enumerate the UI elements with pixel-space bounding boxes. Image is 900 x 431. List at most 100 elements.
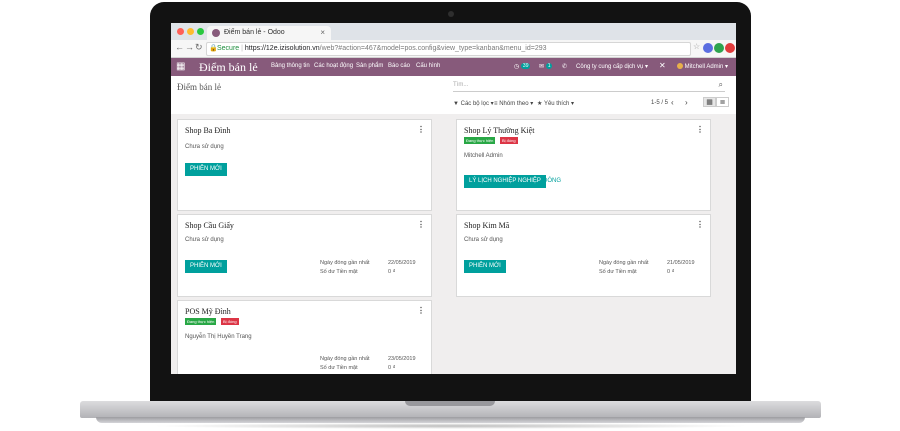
avatar: [677, 63, 683, 70]
extension-g-icon[interactable]: [714, 43, 724, 53]
search-icon[interactable]: ⌕: [719, 79, 723, 91]
search-input[interactable]: Tìm... ⌕: [453, 79, 725, 92]
last-closed-value: 23/05/2019: [388, 356, 416, 362]
odoo-favicon-icon: [212, 29, 220, 37]
pos-card-ba-dinh[interactable]: Shop Ba Đình ⋮ Chưa sử dụng PHIÊN MỚI: [177, 119, 432, 211]
camera-icon: [448, 11, 454, 17]
breadcrumb: Điểm bán lẻ: [177, 82, 221, 92]
close-session-link[interactable]: ĐÓNG: [543, 178, 561, 184]
kebab-menu-icon[interactable]: ⋮: [696, 220, 704, 229]
last-closed-label: Ngày đóng gần nhất: [320, 356, 370, 362]
pager-value[interactable]: 1-5 / 5: [651, 100, 668, 106]
card-title: POS Mỹ Đình: [185, 307, 231, 316]
clock-icon: ◷: [514, 64, 520, 70]
apps-grid-icon[interactable]: ▦: [176, 62, 185, 72]
cash-balance-label: Số dư Tiền mặt: [599, 269, 637, 275]
new-session-button[interactable]: PHIÊN MỚI: [185, 163, 227, 176]
star-icon: ★: [537, 101, 543, 107]
card-title: Shop Kim Mã: [464, 221, 510, 230]
menu-configuration[interactable]: Cấu hình: [416, 63, 440, 69]
laptop-shadow: [150, 423, 750, 429]
reload-icon[interactable]: ↻: [195, 42, 203, 53]
list-view-icon[interactable]: ≣: [716, 97, 729, 107]
kanban-view-icon[interactable]: ▦: [703, 97, 716, 107]
session-history-button[interactable]: LÝ LỊCH NGHIỆP NGHIỆP: [464, 175, 546, 188]
kebab-menu-icon[interactable]: ⋮: [417, 125, 425, 134]
menu-reports[interactable]: Báo cáo: [388, 63, 410, 69]
browser-tab-bar: Điểm bán lẻ - Odoo ×: [171, 23, 736, 40]
card-status: Chưa sử dụng: [185, 144, 224, 150]
cash-balance-value: 0 ₫: [667, 269, 675, 275]
favorites-label: Yêu thích: [543, 101, 570, 107]
forward-icon[interactable]: →: [185, 42, 194, 52]
new-session-button[interactable]: PHIÊN MỚI: [185, 260, 227, 273]
menu-dashboard[interactable]: Bảng thông tin: [271, 63, 310, 69]
secure-label: Secure: [217, 45, 240, 52]
cash-balance-label: Số dư Tiền mặt: [320, 365, 358, 371]
last-closed-value: 21/05/2019: [667, 260, 695, 266]
company-switcher[interactable]: Công ty cung cấp dịch vụ ▾: [576, 63, 648, 70]
new-session-button[interactable]: PHIÊN MỚI: [464, 260, 506, 273]
card-user: Mitchell Admin: [464, 153, 503, 159]
kebab-menu-icon[interactable]: ⋮: [696, 125, 704, 134]
chevron-left-icon[interactable]: ‹: [671, 98, 674, 107]
browser-tab[interactable]: Điểm bán lẻ - Odoo ×: [207, 26, 331, 40]
back-icon[interactable]: ←: [175, 42, 184, 52]
app-brand[interactable]: Điểm bán lẻ: [199, 60, 258, 75]
chevron-right-icon[interactable]: ›: [685, 98, 688, 107]
cash-balance-value: 0 ₫: [388, 269, 396, 275]
phone-icon[interactable]: ✆: [562, 63, 567, 70]
cash-balance-value: 0 ₫: [388, 365, 396, 371]
url-path: /web?#action=467&model=pos.config&view_t…: [319, 45, 547, 52]
status-badge: Đang thực hiện: [464, 137, 496, 144]
close-icon[interactable]: ✕: [659, 61, 666, 70]
last-closed-label: Ngày đóng gần nhất: [599, 260, 649, 266]
kebab-menu-icon[interactable]: ⋮: [417, 306, 425, 315]
card-user: Nguyễn Thị Huyền Trang: [185, 334, 252, 340]
status-badge: Đang thực hiện: [185, 318, 217, 325]
tab-close-icon[interactable]: ×: [320, 26, 325, 40]
window-minimize-icon[interactable]: [187, 28, 194, 35]
last-closed-value: 22/05/2019: [388, 260, 416, 266]
favorites-dropdown[interactable]: ★ Yêu thích ▾: [537, 100, 574, 107]
status-badge: Bị đóng: [221, 318, 239, 325]
browser-toolbar: ← → ↻ 🔒 Secure | https://12e.izisolution…: [171, 40, 736, 58]
card-status: Chưa sử dụng: [464, 237, 503, 243]
last-closed-label: Ngày đóng gần nhất: [320, 260, 370, 266]
filters-dropdown[interactable]: ▼ Các bộ lọc ▾: [453, 100, 494, 107]
filters-label: Các bộ lọc: [460, 101, 489, 107]
kebab-menu-icon[interactable]: ⋮: [417, 220, 425, 229]
bookmark-star-icon[interactable]: ☆: [693, 42, 700, 51]
extension-red-icon[interactable]: [725, 43, 735, 53]
pos-card-kim-ma[interactable]: Shop Kim Mã ⋮ Chưa sử dụng PHIÊN MỚI Ngà…: [456, 214, 711, 297]
search-placeholder: Tìm...: [453, 82, 469, 88]
activity-button[interactable]: ◷ 39: [514, 63, 531, 70]
odoo-navbar: ▦ Điểm bán lẻ Bảng thông tin Các hoạt độ…: [171, 58, 736, 76]
screen: Điểm bán lẻ - Odoo × ← → ↻ 🔒 Secure | ht…: [171, 23, 736, 374]
message-badge: 1: [545, 63, 553, 69]
activity-badge: 39: [520, 63, 531, 69]
card-status: Chưa sử dụng: [185, 237, 224, 243]
tab-title: Điểm bán lẻ - Odoo: [224, 29, 285, 36]
pos-card-my-dinh[interactable]: POS Mỹ Đình ⋮ Đang thực hiện Bị đóng Ngu…: [177, 300, 432, 374]
user-menu[interactable]: Mitchell Admin ▾: [677, 63, 728, 70]
extension-icon[interactable]: [703, 43, 713, 53]
user-name: Mitchell Admin: [684, 64, 724, 70]
pos-card-cau-giay[interactable]: Shop Cầu Giấy ⋮ Chưa sử dụng PHIÊN MỚI N…: [177, 214, 432, 297]
window-maximize-icon[interactable]: [197, 28, 204, 35]
window-close-icon[interactable]: [177, 28, 184, 35]
address-bar[interactable]: 🔒 Secure | https://12e.izisolution.vn/we…: [206, 42, 691, 56]
status-badge: Bị đóng: [500, 137, 518, 144]
chat-icon: ✉: [539, 64, 545, 70]
lock-icon: 🔒: [209, 45, 218, 52]
filter-icon: ▼: [453, 101, 459, 107]
group-by-dropdown[interactable]: ≡ Nhóm theo ▾: [494, 100, 533, 107]
group-by-label: Nhóm theo: [499, 101, 529, 107]
pos-card-ly-thuong-kiet[interactable]: Shop Lý Thường Kiệt ⋮ Đang thực hiện Bị …: [456, 119, 711, 211]
messages-button[interactable]: ✉ 1: [539, 63, 553, 70]
menu-operations[interactable]: Các hoạt động: [314, 63, 353, 69]
company-name: Công ty cung cấp dịch vụ: [576, 64, 644, 70]
group-icon: ≡: [494, 101, 498, 107]
cash-balance-label: Số dư Tiền mặt: [320, 269, 358, 275]
menu-products[interactable]: Sản phẩm: [356, 63, 383, 69]
